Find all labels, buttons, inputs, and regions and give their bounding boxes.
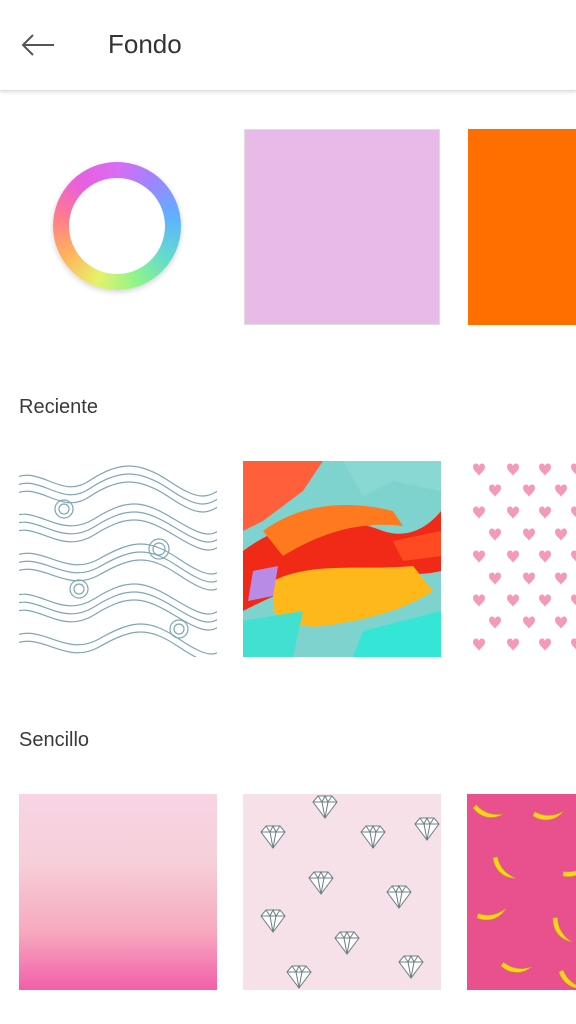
background-paint-strokes[interactable] <box>243 461 441 657</box>
app-bar: Fondo <box>0 0 576 91</box>
background-bananas[interactable] <box>467 794 576 990</box>
background-waves[interactable] <box>19 461 217 657</box>
color-swatch-lilac[interactable] <box>244 129 440 325</box>
color-wheel-center <box>69 178 165 274</box>
background-diamonds[interactable] <box>243 794 441 990</box>
arrow-left-icon <box>21 34 54 56</box>
background-pink-gradient[interactable] <box>19 794 217 990</box>
back-button[interactable] <box>14 22 62 68</box>
color-picker-wheel[interactable] <box>53 162 181 290</box>
section-title-simple: Sencillo <box>19 729 90 751</box>
section-title-recent: Reciente <box>19 396 98 418</box>
background-hearts[interactable] <box>467 461 576 657</box>
page-title: Fondo <box>108 29 182 59</box>
color-swatch-orange[interactable] <box>468 129 576 325</box>
